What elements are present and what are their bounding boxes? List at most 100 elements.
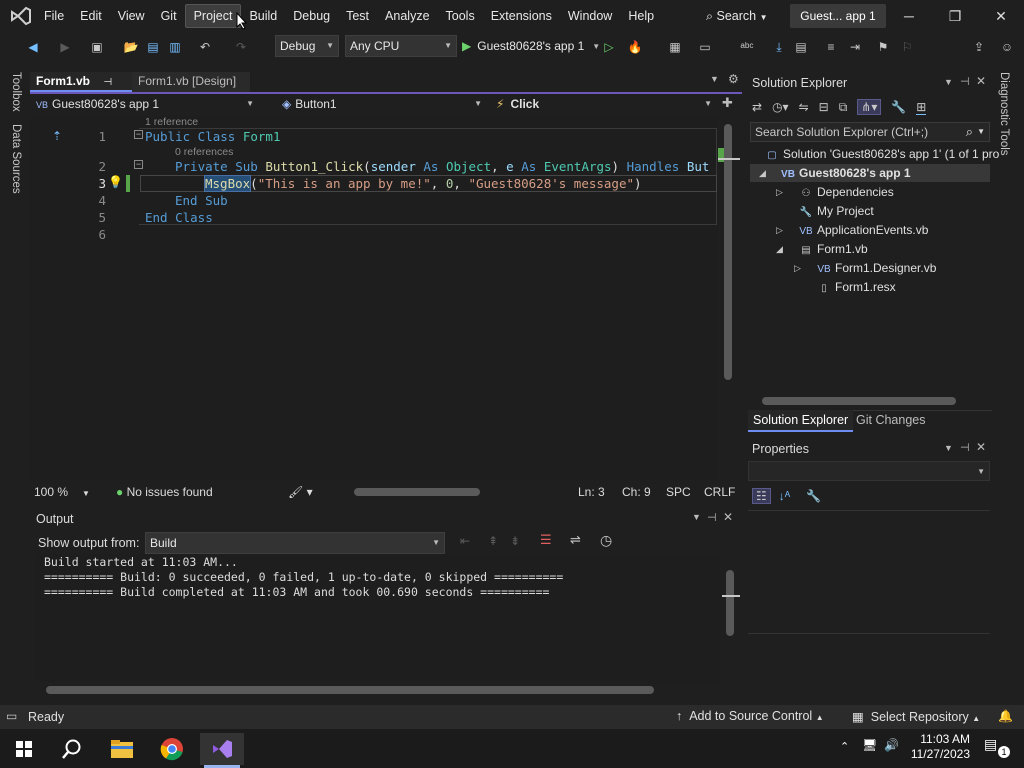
- show-all-files-icon[interactable]: ⧉: [839, 100, 848, 115]
- code-lens-icon[interactable]: ⇡: [52, 129, 62, 143]
- redo-icon[interactable]: ↷: [232, 38, 250, 56]
- diagnostic-tools-tab[interactable]: Diagnostic Tools: [998, 72, 1010, 162]
- output-source-select[interactable]: Build ▼: [145, 532, 445, 554]
- expand-arrow-icon[interactable]: ◢: [759, 168, 766, 179]
- editor-h-scroll-thumb[interactable]: [354, 488, 480, 496]
- line-ending-indicator[interactable]: CRLF: [704, 485, 735, 499]
- start-without-debugging-icon[interactable]: ▷: [600, 38, 618, 56]
- reference-count[interactable]: 1 reference: [145, 116, 198, 128]
- search-button[interactable]: ⌕ Search ▼: [700, 4, 774, 28]
- collapse-sub-icon[interactable]: −: [134, 160, 143, 169]
- search-icon[interactable]: [54, 733, 90, 765]
- select-repository-button[interactable]: ▦ Select Repository ▲: [852, 709, 980, 724]
- bookmark-icon[interactable]: ⚑: [874, 38, 892, 56]
- editor-scroll-thumb[interactable]: [724, 124, 732, 380]
- tree-dependencies[interactable]: ⚇ Dependencies: [798, 183, 894, 201]
- vs-logo-icon[interactable]: [10, 6, 32, 26]
- output-scroll-thumb[interactable]: [726, 570, 734, 636]
- code-line-2[interactable]: Private Sub Button1_Click(sender As Obje…: [175, 158, 709, 175]
- preview-icon[interactable]: ⊞: [916, 100, 927, 115]
- reference-count[interactable]: 0 references: [175, 146, 233, 158]
- code-cleanup-icon[interactable]: 🖌 ▾: [288, 485, 313, 499]
- configuration-select[interactable]: Debug ▼: [275, 35, 339, 57]
- sync-icon[interactable]: ⇄: [752, 100, 762, 114]
- tab-solution-explorer[interactable]: Solution Explorer: [748, 410, 854, 432]
- network-icon[interactable]: 🖥: [862, 738, 877, 752]
- collapse-arrow-icon[interactable]: ▷: [794, 263, 801, 274]
- tree-form1-resx[interactable]: ▯ Form1.resx: [816, 278, 895, 296]
- panel-options-icon[interactable]: ▼: [944, 77, 953, 87]
- close-panel-icon[interactable]: ✕: [976, 74, 986, 88]
- bookmark-next-icon[interactable]: ⚐: [898, 38, 916, 56]
- panel-options-icon[interactable]: ▼: [944, 443, 953, 453]
- project-dropdown[interactable]: VB Guest80628's app 1 ▼: [36, 95, 258, 113]
- history-icon[interactable]: ◷▾: [772, 100, 789, 114]
- code-line-5[interactable]: End Class: [145, 209, 213, 226]
- minimize-button[interactable]: ─: [886, 0, 932, 32]
- pane-icon[interactable]: ▤: [792, 38, 810, 56]
- new-project-icon[interactable]: ▣: [88, 38, 106, 56]
- tree-application-events[interactable]: VB ApplicationEvents.vb: [798, 221, 928, 239]
- menu-extensions[interactable]: Extensions: [483, 0, 560, 32]
- menu-file[interactable]: File: [36, 0, 72, 32]
- tab-form1-design[interactable]: Form1.vb [Design]: [132, 72, 250, 92]
- property-pages-icon[interactable]: 🔧: [806, 489, 821, 503]
- add-source-control-button[interactable]: ↑ Add to Source Control ▲: [676, 709, 824, 723]
- column-indicator[interactable]: Ch: 9: [622, 485, 651, 499]
- menu-edit[interactable]: Edit: [72, 0, 110, 32]
- categorized-icon[interactable]: ☷: [752, 488, 771, 504]
- timestamp-icon[interactable]: ◷: [600, 532, 612, 549]
- next-message-icon[interactable]: ⇟: [510, 534, 520, 548]
- toolbox-tab[interactable]: Toolbox: [10, 72, 22, 118]
- pin-icon[interactable]: ⊣: [707, 511, 717, 524]
- output-h-scroll-thumb[interactable]: [46, 686, 654, 694]
- whitespace-indicator[interactable]: SPC: [666, 485, 691, 499]
- platform-select[interactable]: Any CPU ▼: [345, 35, 457, 57]
- menu-window[interactable]: Window: [560, 0, 620, 32]
- properties-grid[interactable]: [748, 510, 990, 634]
- taskbar-clock[interactable]: 11:03 AM 11/27/2023: [906, 732, 970, 762]
- hot-reload-icon[interactable]: 🔥: [626, 38, 644, 56]
- collapse-arrow-icon[interactable]: ▷: [776, 225, 783, 236]
- start-debugging-button[interactable]: ▶ Guest80628's app 1 ▼: [462, 35, 600, 57]
- menu-analyze[interactable]: Analyze: [377, 0, 437, 32]
- share-icon[interactable]: ⇪: [970, 38, 988, 56]
- tree-my-project[interactable]: 🔧 My Project: [798, 202, 874, 220]
- clear-all-icon[interactable]: ☰: [540, 532, 552, 548]
- pin-icon[interactable]: ⊣: [103, 77, 112, 88]
- close-panel-icon[interactable]: ✕: [976, 440, 986, 454]
- visual-studio-taskbar-icon[interactable]: [200, 733, 244, 765]
- code-line-1[interactable]: Public Class Form1: [145, 128, 280, 145]
- settings-gear-icon[interactable]: ⚙: [728, 72, 739, 86]
- split-editor-icon[interactable]: ✚: [722, 95, 733, 111]
- expand-arrow-icon[interactable]: ◢: [776, 244, 783, 255]
- menu-git[interactable]: Git: [153, 0, 185, 32]
- menu-debug[interactable]: Debug: [285, 0, 338, 32]
- alphabetical-icon[interactable]: ↓ᴬ: [779, 489, 790, 503]
- browse-icon[interactable]: ▦: [666, 38, 684, 56]
- properties-wrench-icon[interactable]: 🔧: [891, 100, 906, 114]
- properties-object-select[interactable]: ▼: [748, 461, 990, 481]
- pin-icon[interactable]: ⊣: [960, 75, 970, 88]
- step-icon[interactable]: ⤓: [770, 38, 788, 56]
- menu-help[interactable]: Help: [620, 0, 662, 32]
- find-message-icon[interactable]: ⇤: [460, 534, 470, 548]
- solution-h-scroll-thumb[interactable]: [762, 397, 956, 405]
- chrome-icon[interactable]: [154, 733, 190, 765]
- collapse-class-icon[interactable]: −: [134, 130, 143, 139]
- menu-view[interactable]: View: [110, 0, 153, 32]
- panel-options-icon[interactable]: ▼: [692, 512, 701, 522]
- save-all-icon[interactable]: ▥: [166, 38, 184, 56]
- collapse-all-icon[interactable]: ⊟: [819, 100, 829, 114]
- notifications-bell-icon[interactable]: 🔔: [998, 709, 1013, 723]
- tab-list-icon[interactable]: ▼: [710, 74, 719, 84]
- close-button[interactable]: ✕: [978, 0, 1024, 32]
- menu-test[interactable]: Test: [338, 0, 377, 32]
- prev-message-icon[interactable]: ⇞: [488, 534, 498, 548]
- volume-icon[interactable]: 🔊: [884, 738, 899, 752]
- layout-icon[interactable]: ▭: [696, 38, 714, 56]
- indent-icon[interactable]: ⇥: [846, 38, 864, 56]
- restore-button[interactable]: ❐: [932, 0, 978, 32]
- menu-project[interactable]: Project: [184, 4, 242, 28]
- lightbulb-icon[interactable]: 💡: [108, 175, 123, 189]
